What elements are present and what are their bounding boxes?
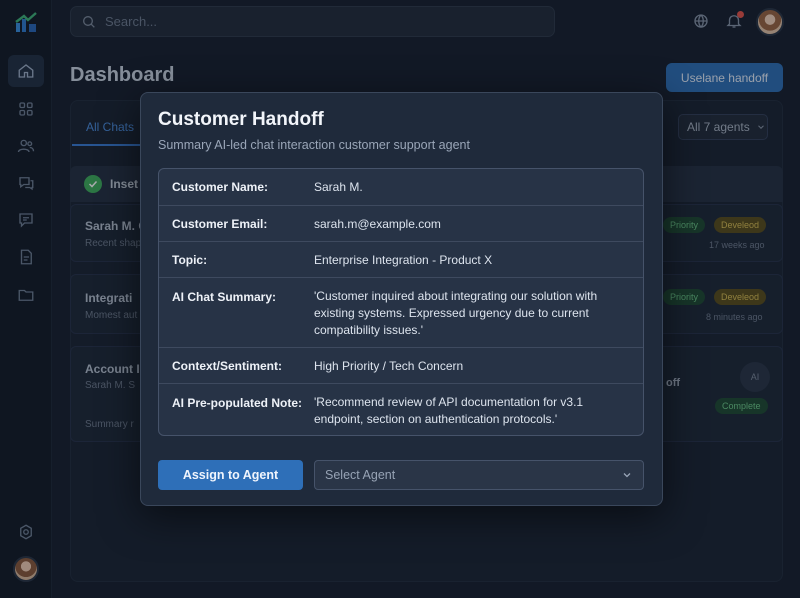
customer-handoff-modal: Customer Handoff Summary AI-led chat int… [140,92,663,506]
detail-label: Context/Sentiment: [172,359,283,373]
select-agent-placeholder: Select Agent [325,468,396,482]
detail-row: Customer Name: Sarah M. [159,169,643,205]
detail-row: AI Chat Summary: 'Customer inquired abou… [159,277,643,347]
detail-value: High Priority / Tech Concern [314,359,464,373]
detail-label: AI Pre-populated Note: [172,396,303,410]
detail-label: Customer Name: [172,180,269,194]
detail-label: Topic: [172,253,208,267]
detail-label: AI Chat Summary: [172,290,277,304]
detail-row: Context/Sentiment: High Priority / Tech … [159,347,643,383]
modal-subtitle: Summary AI-led chat interaction customer… [158,138,470,152]
detail-value: 'Recommend review of API documentation f… [314,395,584,426]
assign-to-agent-button[interactable]: Assign to Agent [158,460,303,490]
detail-row: Topic: Enterprise Integration - Product … [159,241,643,277]
detail-label: Customer Email: [172,217,268,231]
detail-value: sarah.m@example.com [314,217,441,231]
select-agent-dropdown[interactable]: Select Agent [314,460,644,490]
detail-row: AI Pre-populated Note: 'Recommend review… [159,383,643,435]
detail-row: Customer Email: sarah.m@example.com [159,205,643,241]
detail-value: Enterprise Integration - Product X [314,253,493,267]
modal-title: Customer Handoff [158,109,324,130]
detail-value: Sarah M. [314,180,363,194]
chevron-down-icon [623,473,631,478]
handoff-details-table: Customer Name: Sarah M. Customer Email: … [158,168,644,436]
detail-value: 'Customer inquired about integrating our… [314,289,598,337]
